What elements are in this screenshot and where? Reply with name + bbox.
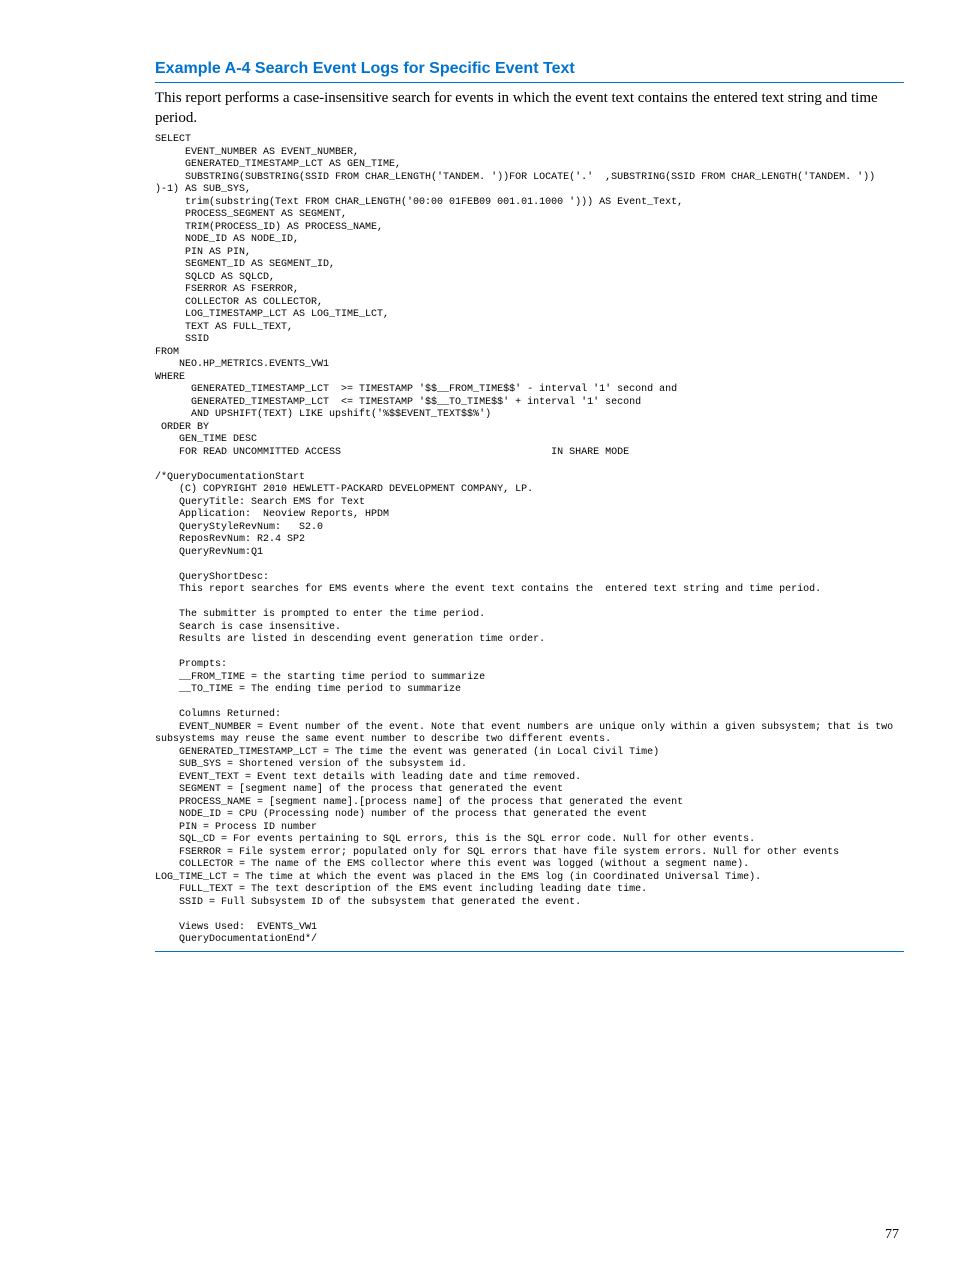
code-block: SELECT EVENT_NUMBER AS EVENT_NUMBER, GEN…	[155, 134, 904, 947]
heading-rule	[155, 82, 904, 83]
page-number: 77	[885, 1227, 899, 1243]
page-container: Example A-4 Search Event Logs for Specif…	[0, 0, 954, 1271]
bottom-rule	[155, 951, 904, 952]
intro-paragraph: This report performs a case-insensitive …	[155, 89, 904, 128]
example-heading: Example A-4 Search Event Logs for Specif…	[155, 60, 904, 78]
